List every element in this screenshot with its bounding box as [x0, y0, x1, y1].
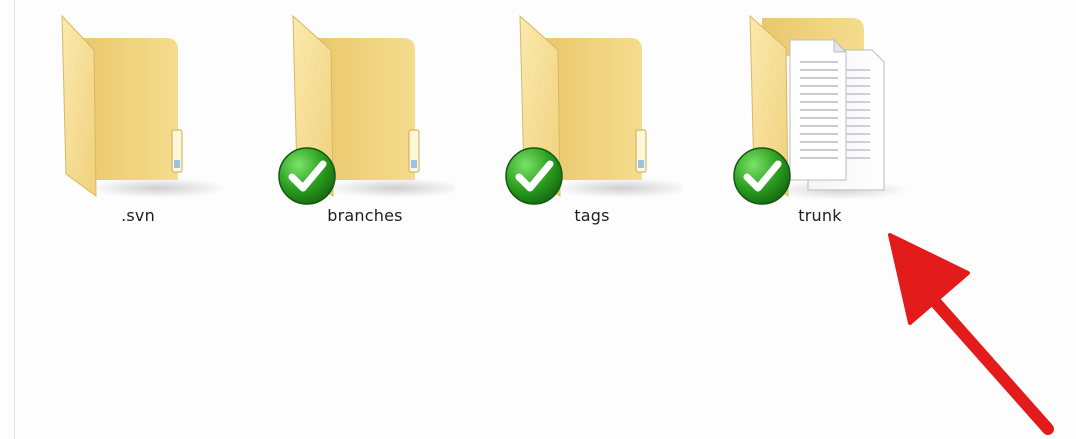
- red-arrow-icon: [888, 233, 1054, 435]
- folder-item-branches[interactable]: branches: [275, 10, 455, 240]
- folder-label: branches: [327, 206, 403, 225]
- pane-left-border: [14, 0, 15, 439]
- folder-label: tags: [574, 206, 610, 225]
- folder-icon: [61, 14, 228, 198]
- svn-normal-checkmark-icon: [733, 147, 791, 205]
- svn-normal-checkmark-icon: [278, 147, 336, 205]
- folder-item-tags[interactable]: tags: [502, 10, 682, 240]
- folder-item-trunk[interactable]: trunk: [730, 10, 910, 240]
- file-list-pane: .svn branches tags trunk: [0, 0, 1076, 439]
- svn-normal-checkmark-icon: [505, 147, 563, 205]
- folder-label: .svn: [121, 206, 155, 225]
- folder-label: trunk: [798, 206, 842, 225]
- folder-item-svn[interactable]: .svn: [48, 10, 228, 240]
